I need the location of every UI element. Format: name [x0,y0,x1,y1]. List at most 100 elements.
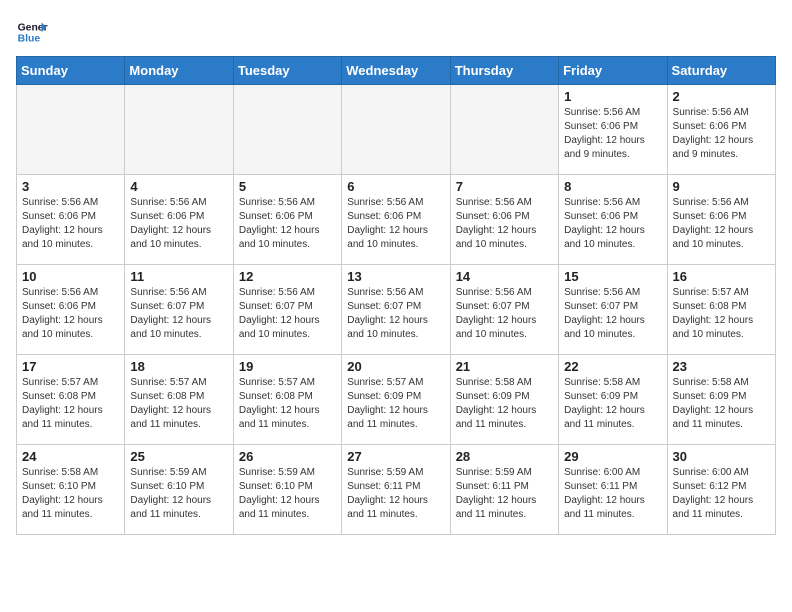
calendar-cell: 10 Sunrise: 5:56 AM Sunset: 6:06 PM Dayli… [17,265,125,355]
calendar-cell: 1 Sunrise: 5:56 AM Sunset: 6:06 PM Daylig… [559,85,667,175]
weekday-header: Monday [125,57,233,85]
weekday-header: Tuesday [233,57,341,85]
day-info: Sunrise: 5:56 AM Sunset: 6:07 PM Dayligh… [564,286,661,342]
calendar-cell: 20 Sunrise: 5:57 AM Sunset: 6:09 PM Dayli… [342,355,450,445]
calendar-cell: 30Sunrise: 6:00 AM Sunset: 6:12 PM Dayli… [667,445,775,535]
weekday-header: Sunday [17,57,125,85]
day-info: Sunrise: 5:56 AM Sunset: 6:06 PM Dayligh… [564,196,661,252]
calendar-cell: 9Sunrise: 5:56 AM Sunset: 6:06 PM Daylig… [667,175,775,265]
weekday-header: Friday [559,57,667,85]
week-row: 10 Sunrise: 5:56 AM Sunset: 6:06 PM Dayli… [17,265,776,355]
day-number: 29 [564,449,661,464]
logo-icon: General Blue [16,16,48,48]
day-info: Sunrise: 5:56 AM Sunset: 6:06 PM Dayligh… [456,196,553,252]
calendar-cell [125,85,233,175]
day-info: Sunrise: 5:56 AM Sunset: 6:06 PM Dayligh… [673,196,770,252]
day-info: Sunrise: 5:56 AM Sunset: 6:06 PM Dayligh… [22,196,119,252]
day-info: Sunrise: 5:57 AM Sunset: 6:09 PM Dayligh… [347,376,444,432]
day-info: Sunrise: 5:57 AM Sunset: 6:08 PM Dayligh… [22,376,119,432]
calendar-cell: 24 Sunrise: 5:58 AM Sunset: 6:10 PM Dayli… [17,445,125,535]
calendar-cell: 13 Sunrise: 5:56 AM Sunset: 6:07 PM Dayli… [342,265,450,355]
day-number: 11 [130,269,227,284]
day-info: Sunrise: 5:56 AM Sunset: 6:07 PM Dayligh… [347,286,444,342]
day-number: 25 [130,449,227,464]
calendar-cell: 25 Sunrise: 5:59 AM Sunset: 6:10 PM Dayli… [125,445,233,535]
calendar-cell: 7 Sunrise: 5:56 AM Sunset: 6:06 PM Daylig… [450,175,558,265]
logo: General Blue [16,16,52,48]
day-info: Sunrise: 5:56 AM Sunset: 6:06 PM Dayligh… [239,196,336,252]
day-number: 17 [22,359,119,374]
day-number: 20 [347,359,444,374]
day-info: Sunrise: 5:59 AM Sunset: 6:11 PM Dayligh… [347,466,444,522]
day-info: Sunrise: 5:59 AM Sunset: 6:10 PM Dayligh… [239,466,336,522]
day-info: Sunrise: 5:56 AM Sunset: 6:06 PM Dayligh… [130,196,227,252]
day-number: 2 [673,89,770,104]
week-row: 24 Sunrise: 5:58 AM Sunset: 6:10 PM Dayli… [17,445,776,535]
calendar-cell: 19 Sunrise: 5:57 AM Sunset: 6:08 PM Dayli… [233,355,341,445]
day-info: Sunrise: 5:56 AM Sunset: 6:06 PM Dayligh… [673,106,770,162]
day-number: 5 [239,179,336,194]
calendar-cell: 2 Sunrise: 5:56 AM Sunset: 6:06 PM Daylig… [667,85,775,175]
calendar-cell: 14 Sunrise: 5:56 AM Sunset: 6:07 PM Dayli… [450,265,558,355]
calendar-cell: 26 Sunrise: 5:59 AM Sunset: 6:10 PM Dayli… [233,445,341,535]
day-number: 13 [347,269,444,284]
day-info: Sunrise: 6:00 AM Sunset: 6:11 PM Dayligh… [564,466,661,522]
day-number: 3 [22,179,119,194]
calendar-cell: 8 Sunrise: 5:56 AM Sunset: 6:06 PM Daylig… [559,175,667,265]
day-number: 10 [22,269,119,284]
day-number: 8 [564,179,661,194]
day-info: Sunrise: 5:58 AM Sunset: 6:09 PM Dayligh… [564,376,661,432]
day-number: 7 [456,179,553,194]
day-number: 14 [456,269,553,284]
day-number: 18 [130,359,227,374]
day-info: Sunrise: 5:56 AM Sunset: 6:07 PM Dayligh… [456,286,553,342]
calendar-cell: 28 Sunrise: 5:59 AM Sunset: 6:11 PM Dayli… [450,445,558,535]
day-info: Sunrise: 5:57 AM Sunset: 6:08 PM Dayligh… [130,376,227,432]
calendar-cell [17,85,125,175]
day-info: Sunrise: 5:58 AM Sunset: 6:09 PM Dayligh… [456,376,553,432]
calendar-cell [450,85,558,175]
day-info: Sunrise: 5:58 AM Sunset: 6:09 PM Dayligh… [673,376,770,432]
day-number: 30 [673,449,770,464]
day-number: 1 [564,89,661,104]
calendar-cell: 11 Sunrise: 5:56 AM Sunset: 6:07 PM Dayli… [125,265,233,355]
day-info: Sunrise: 5:57 AM Sunset: 6:08 PM Dayligh… [239,376,336,432]
calendar-cell [342,85,450,175]
day-number: 24 [22,449,119,464]
calendar-cell: 17 Sunrise: 5:57 AM Sunset: 6:08 PM Dayli… [17,355,125,445]
day-number: 27 [347,449,444,464]
day-info: Sunrise: 5:56 AM Sunset: 6:06 PM Dayligh… [22,286,119,342]
day-number: 26 [239,449,336,464]
calendar-cell: 15 Sunrise: 5:56 AM Sunset: 6:07 PM Dayli… [559,265,667,355]
svg-text:Blue: Blue [18,34,41,45]
calendar-cell: 6Sunrise: 5:56 AM Sunset: 6:06 PM Daylig… [342,175,450,265]
day-number: 19 [239,359,336,374]
day-info: Sunrise: 5:56 AM Sunset: 6:07 PM Dayligh… [239,286,336,342]
calendar-cell: 21 Sunrise: 5:58 AM Sunset: 6:09 PM Dayli… [450,355,558,445]
day-info: Sunrise: 5:56 AM Sunset: 6:06 PM Dayligh… [564,106,661,162]
day-info: Sunrise: 5:59 AM Sunset: 6:11 PM Dayligh… [456,466,553,522]
day-info: Sunrise: 5:56 AM Sunset: 6:07 PM Dayligh… [130,286,227,342]
day-info: Sunrise: 5:57 AM Sunset: 6:08 PM Dayligh… [673,286,770,342]
calendar-cell: 4Sunrise: 5:56 AM Sunset: 6:06 PM Daylig… [125,175,233,265]
day-number: 12 [239,269,336,284]
day-info: Sunrise: 5:58 AM Sunset: 6:10 PM Dayligh… [22,466,119,522]
week-row: 17 Sunrise: 5:57 AM Sunset: 6:08 PM Dayli… [17,355,776,445]
page-header: General Blue [16,16,776,48]
day-number: 22 [564,359,661,374]
day-number: 28 [456,449,553,464]
day-info: Sunrise: 5:56 AM Sunset: 6:06 PM Dayligh… [347,196,444,252]
weekday-header-row: SundayMondayTuesdayWednesdayThursdayFrid… [17,57,776,85]
calendar-cell: 5 Sunrise: 5:56 AM Sunset: 6:06 PM Daylig… [233,175,341,265]
calendar-cell: 29 Sunrise: 6:00 AM Sunset: 6:11 PM Dayli… [559,445,667,535]
day-number: 21 [456,359,553,374]
weekday-header: Thursday [450,57,558,85]
day-number: 15 [564,269,661,284]
week-row: 3 Sunrise: 5:56 AM Sunset: 6:06 PM Daylig… [17,175,776,265]
day-info: Sunrise: 5:59 AM Sunset: 6:10 PM Dayligh… [130,466,227,522]
calendar-cell: 27 Sunrise: 5:59 AM Sunset: 6:11 PM Dayli… [342,445,450,535]
calendar-cell: 12 Sunrise: 5:56 AM Sunset: 6:07 PM Dayli… [233,265,341,355]
calendar-cell: 18 Sunrise: 5:57 AM Sunset: 6:08 PM Dayli… [125,355,233,445]
calendar-cell: 16 Sunrise: 5:57 AM Sunset: 6:08 PM Dayli… [667,265,775,355]
day-number: 16 [673,269,770,284]
